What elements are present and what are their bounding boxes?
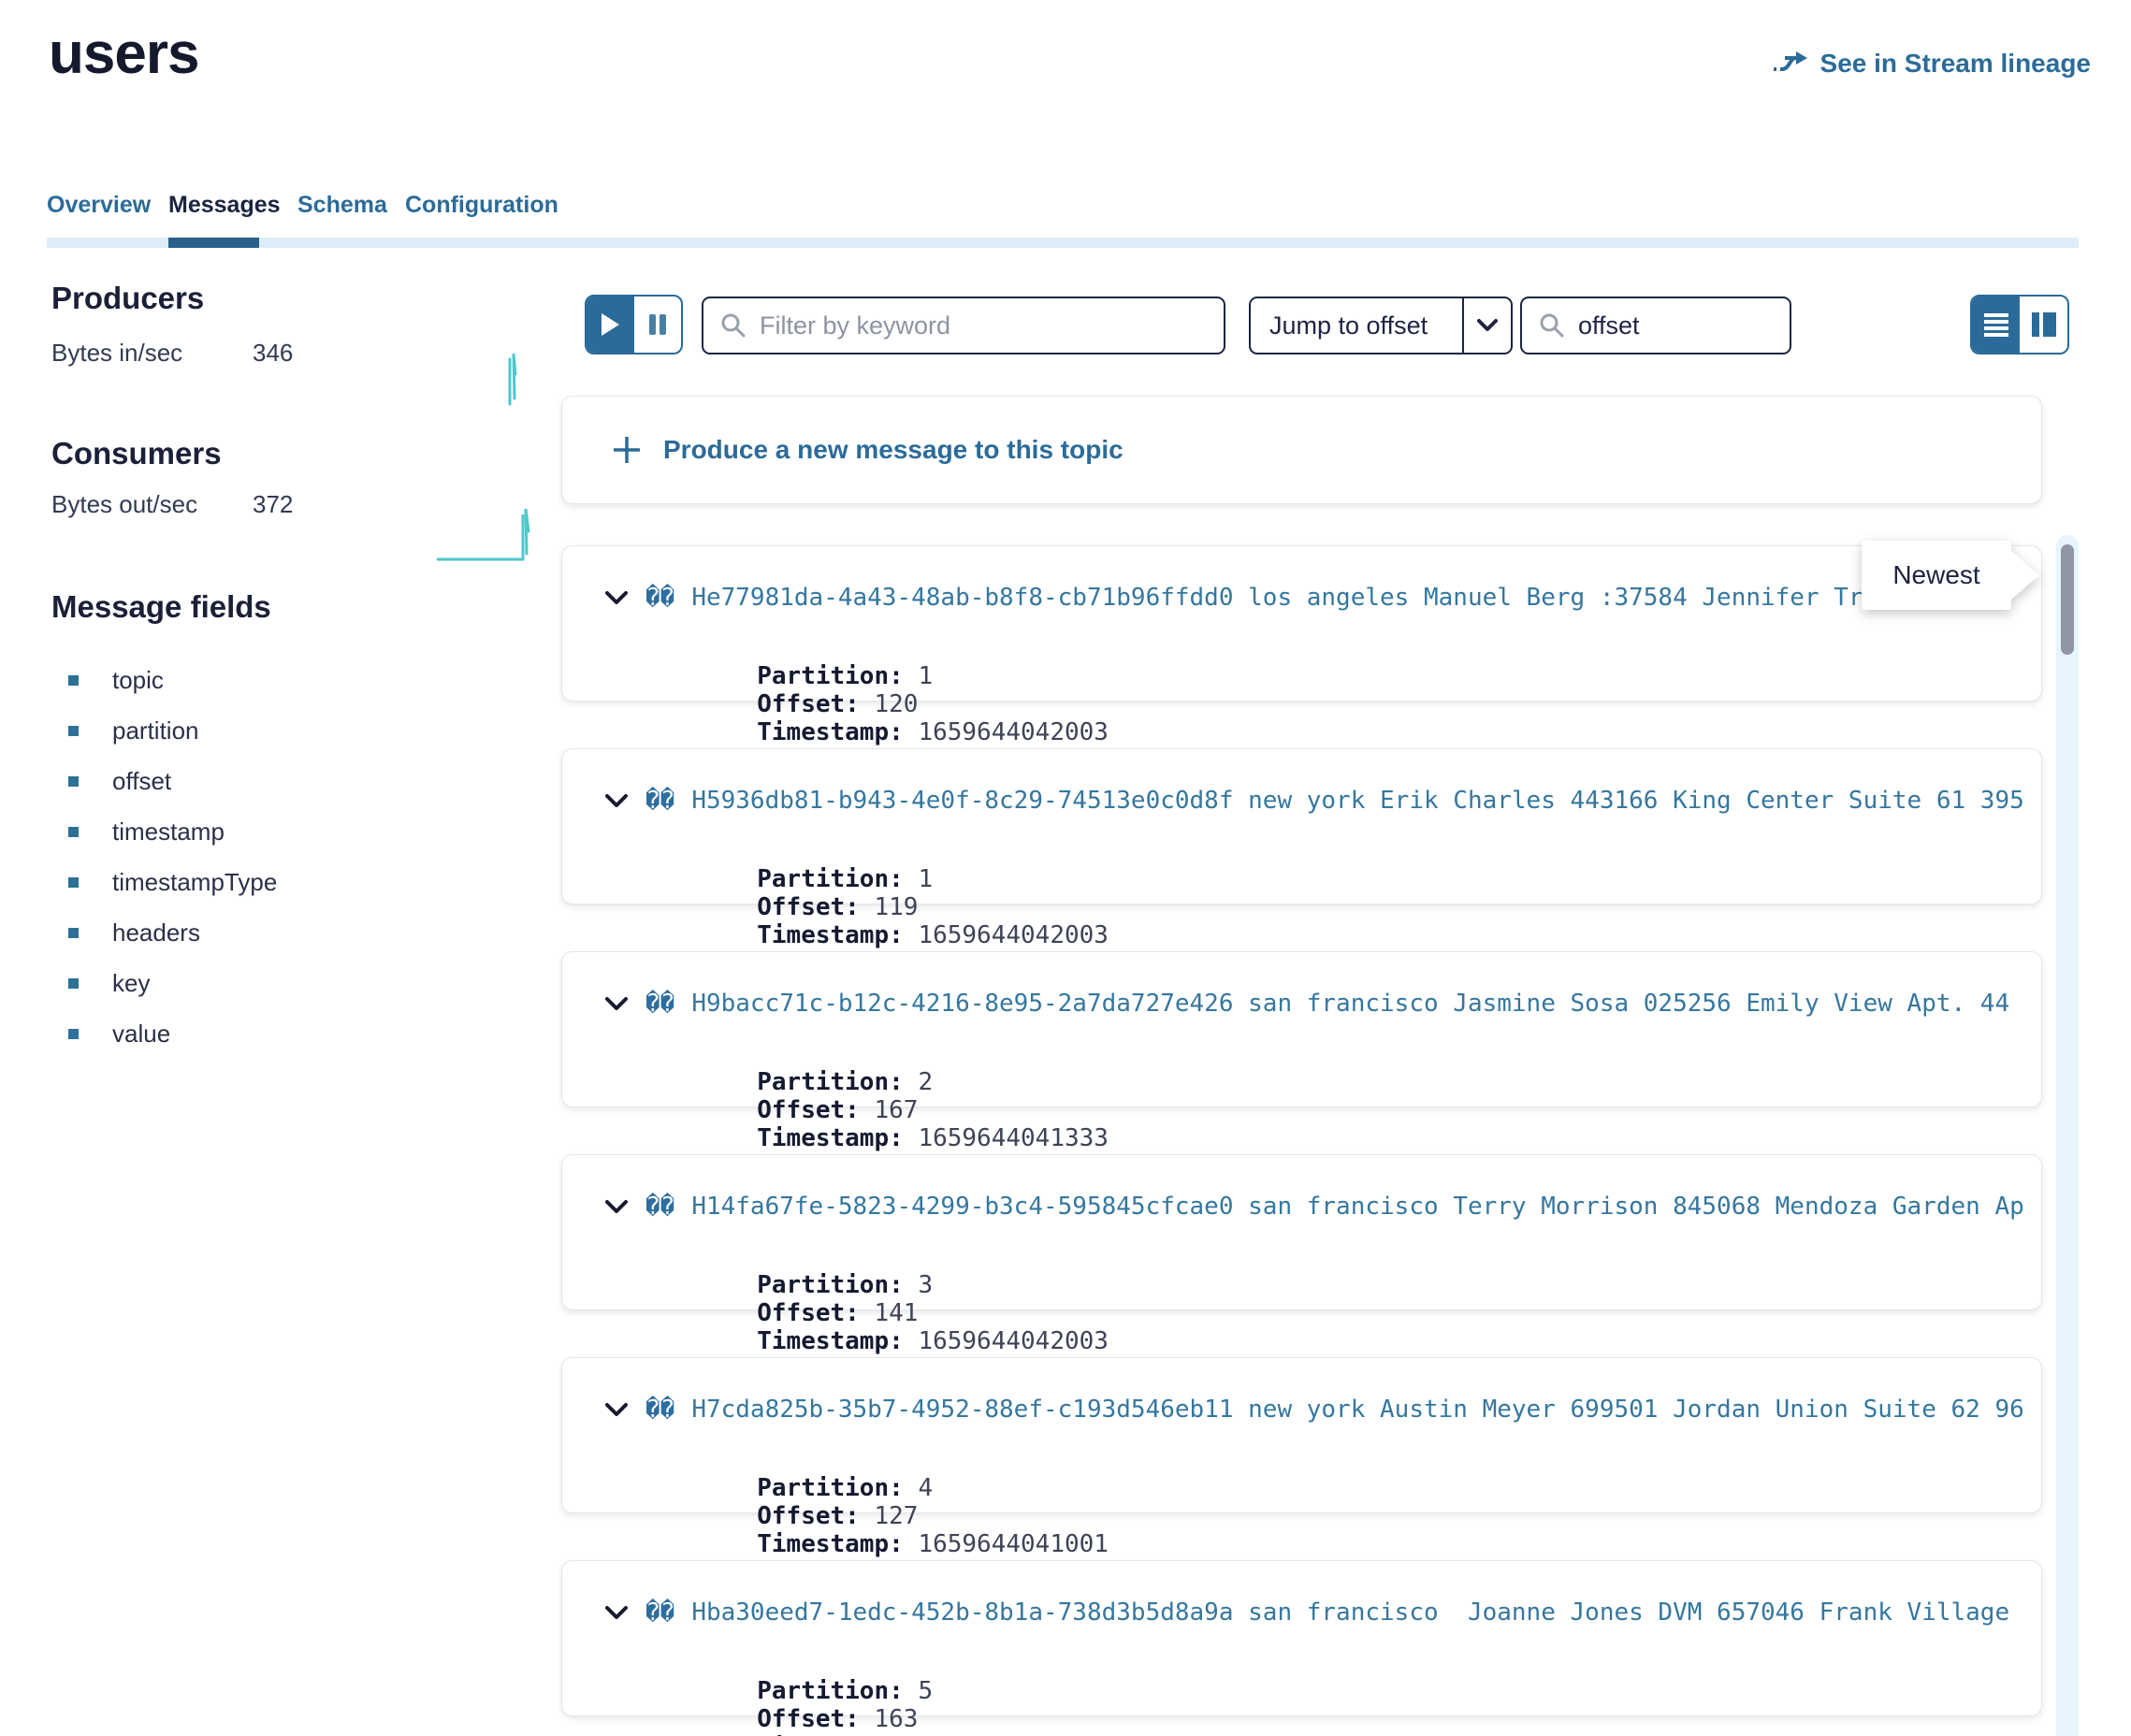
scrollbar-track[interactable]	[2056, 535, 2079, 1736]
scrollbar-thumb[interactable]	[2061, 544, 2074, 655]
unknown-glyph-icon: ��	[645, 1193, 674, 1221]
message-key-summary: H7cda825b-35b7-4952-88ef-c193d546eb11 ne…	[691, 1396, 2022, 1424]
unknown-glyph-icon: ��	[645, 1599, 674, 1627]
message-row[interactable]: �� H14fa67fe-5823-4299-b3c4-595845cfcae0…	[561, 1154, 2042, 1310]
list-item: headers	[68, 907, 277, 958]
play-icon	[600, 312, 620, 337]
list-item: key	[68, 958, 277, 1008]
list-item: offset	[68, 756, 277, 806]
chevron-down-icon[interactable]	[604, 1605, 629, 1620]
unknown-glyph-icon: ��	[645, 990, 674, 1018]
field-label: key	[112, 969, 150, 998]
bytes-in-sparkline	[499, 346, 530, 414]
list-view-icon	[1983, 312, 2009, 337]
filter-input-box	[702, 297, 1225, 354]
bytes-in-metric: Bytes in/sec 346	[51, 339, 538, 385]
jump-to-offset-select[interactable]: Jump to offset	[1249, 297, 1513, 354]
consumers-heading: Consumers	[51, 436, 222, 471]
pause-icon	[647, 312, 668, 337]
message-key-summary: He77981da-4a43-48ab-b8f8-cb71b96ffdd0 lo…	[691, 584, 1936, 612]
message-meta: Partition: 5 Offset: 163 Timestamp: 1659…	[640, 1649, 1161, 1736]
offset-search-box	[1520, 297, 1791, 354]
unknown-glyph-icon: ��	[645, 787, 674, 815]
topic-messages-page: users See in Stream lineage Overview Mes…	[0, 0, 2131, 1736]
tooltip-arrow	[2011, 551, 2039, 600]
field-label: value	[112, 1020, 170, 1049]
message-key-summary: Hba30eed7-1edc-452b-8b1a-738d3b5d8a9a sa…	[691, 1599, 2022, 1627]
list-item: timestamp	[68, 806, 277, 857]
message-key-summary: H5936db81-b943-4e0f-8c29-74513e0c0d8f ne…	[691, 787, 2022, 815]
bullet-icon	[68, 827, 79, 837]
pause-button[interactable]	[634, 297, 682, 353]
list-item: timestampType	[68, 857, 277, 907]
stats-sidebar: Producers Bytes in/sec 346 Consumers Byt…	[51, 0, 538, 1736]
bytes-out-sparkline	[433, 499, 536, 571]
bytes-out-value: 372	[253, 490, 293, 519]
message-row[interactable]: �� Hba30eed7-1edc-452b-8b1a-738d3b5d8a9a…	[561, 1560, 2042, 1716]
chevron-down-icon[interactable]	[604, 1402, 629, 1417]
field-label: headers	[112, 919, 200, 948]
message-key-summary: H14fa67fe-5823-4299-b3c4-595845cfcae0 sa…	[691, 1193, 2022, 1221]
columns-view-icon	[2031, 311, 2057, 338]
list-view-button[interactable]	[1972, 297, 2020, 353]
field-label: timestampType	[112, 868, 277, 897]
list-item: topic	[68, 655, 277, 705]
bytes-out-label: Bytes out/sec	[51, 490, 197, 519]
chevron-down-icon	[1462, 298, 1511, 353]
message-key-summary: H9bacc71c-b12c-4216-8e95-2a7da727e426 sa…	[691, 990, 2022, 1018]
play-pause-group	[585, 295, 683, 354]
chevron-down-icon[interactable]	[604, 1199, 629, 1214]
bullet-icon	[68, 877, 79, 888]
view-toggle-group	[1970, 295, 2069, 354]
bytes-in-value: 346	[253, 339, 293, 368]
bullet-icon	[68, 1029, 79, 1039]
search-icon	[1539, 312, 1565, 339]
bullet-icon	[68, 776, 79, 787]
chevron-down-icon[interactable]	[604, 590, 629, 605]
unknown-glyph-icon: ��	[645, 1396, 674, 1424]
bytes-out-metric: Bytes out/sec 372	[51, 490, 538, 537]
newest-tooltip: Newest	[1862, 541, 2045, 610]
list-item: value	[68, 1008, 277, 1059]
list-item: partition	[68, 705, 277, 756]
messages-panel: Jump to offset	[561, 0, 2042, 1736]
bullet-icon	[68, 978, 79, 989]
producers-heading: Producers	[51, 281, 204, 316]
chevron-down-icon[interactable]	[604, 793, 629, 808]
search-icon	[720, 312, 747, 339]
field-label: topic	[112, 666, 164, 695]
field-label: timestamp	[112, 817, 225, 846]
jump-select-value: Jump to offset	[1251, 311, 1449, 340]
bullet-icon	[68, 726, 79, 736]
produce-message-label: Produce a new message to this topic	[663, 435, 1123, 465]
message-row[interactable]: �� H7cda825b-35b7-4952-88ef-c193d546eb11…	[561, 1357, 2042, 1513]
newest-tooltip-label: Newest	[1862, 541, 2011, 610]
message-row[interactable]: �� He77981da-4a43-48ab-b8f8-cb71b96ffdd0…	[561, 545, 2042, 702]
message-fields-list: topic partition offset timestamp timesta…	[68, 655, 277, 1059]
plus-icon	[611, 434, 643, 466]
bullet-icon	[68, 675, 79, 686]
columns-view-button[interactable]	[2020, 297, 2067, 353]
offset-input[interactable]	[1578, 311, 1747, 340]
bullet-icon	[68, 928, 79, 938]
field-label: offset	[112, 767, 171, 796]
chevron-down-icon[interactable]	[604, 996, 629, 1011]
play-button[interactable]	[587, 297, 634, 353]
message-row[interactable]: �� H9bacc71c-b12c-4216-8e95-2a7da727e426…	[561, 951, 2042, 1107]
unknown-glyph-icon: ��	[645, 584, 674, 612]
field-label: partition	[112, 716, 199, 745]
filter-keyword-input[interactable]	[760, 311, 1207, 340]
message-fields-heading: Message fields	[51, 589, 271, 625]
message-row[interactable]: �� H5936db81-b943-4e0f-8c29-74513e0c0d8f…	[561, 748, 2042, 904]
bytes-in-label: Bytes in/sec	[51, 339, 182, 368]
produce-message-button[interactable]: Produce a new message to this topic	[561, 396, 2042, 504]
